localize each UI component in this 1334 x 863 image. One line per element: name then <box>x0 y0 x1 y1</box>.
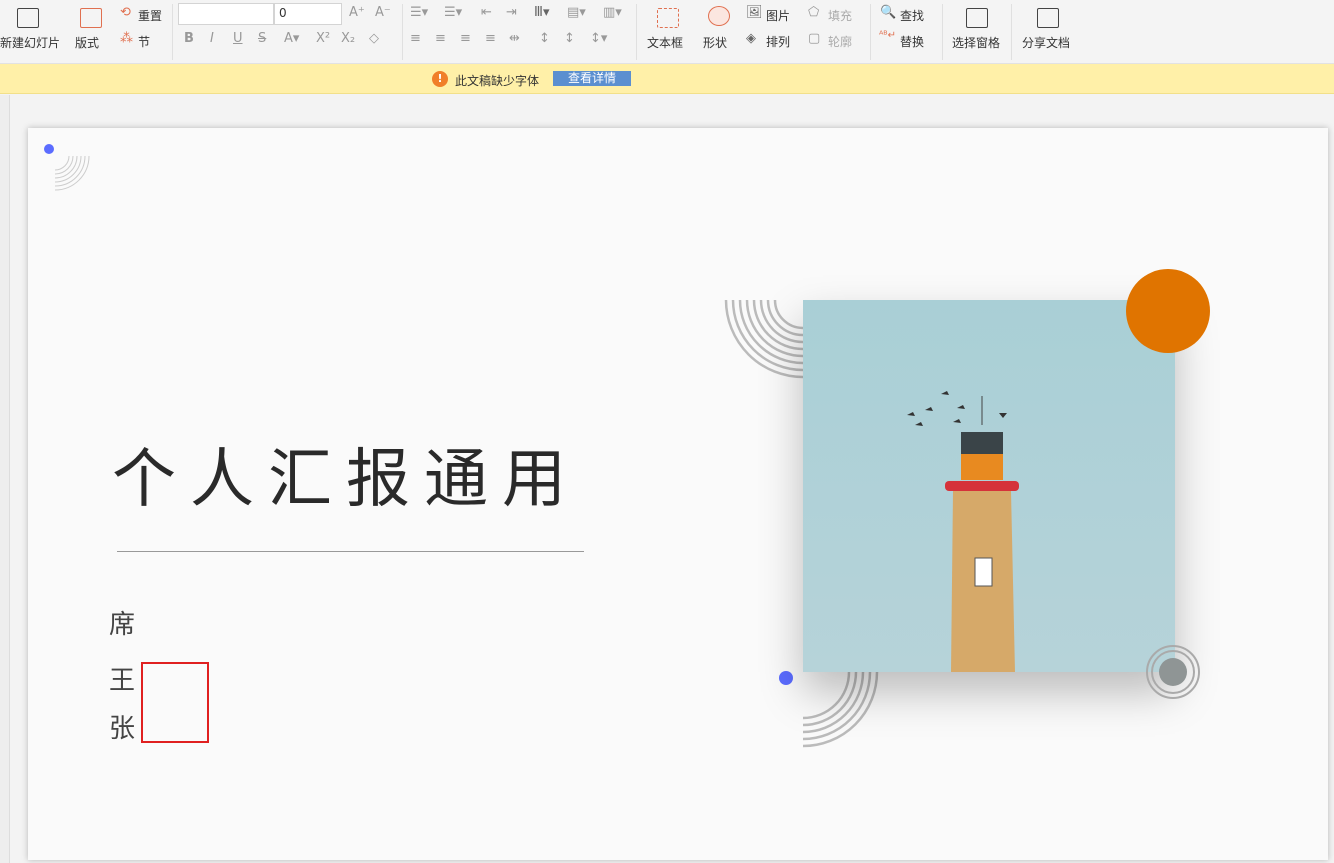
lighthouse-image <box>803 300 1175 672</box>
outline-icon: ▢ <box>808 31 820 46</box>
increase-font-icon[interactable]: A⁺ <box>349 5 365 20</box>
share-icon <box>1037 8 1059 28</box>
strikethrough-icon[interactable]: S <box>258 31 266 46</box>
line-spacing-down-icon[interactable]: ↕ <box>564 31 575 46</box>
slide-title[interactable]: 个人汇报通用 <box>112 428 580 520</box>
picture-icon: 🖼 <box>746 5 763 20</box>
find-button[interactable]: 查找 <box>900 7 924 24</box>
blue-dot <box>779 671 793 685</box>
blue-dot <box>44 144 54 154</box>
align-center-icon[interactable]: ≡ <box>435 31 446 46</box>
arcs-bottom <box>803 672 877 746</box>
font-name-input[interactable] <box>178 3 274 25</box>
section-icon: ⁂ <box>120 31 133 46</box>
search-icon: 🔍 <box>880 5 896 20</box>
arrange-icon: ◈ <box>746 31 756 46</box>
text-direction-icon[interactable]: Ⅲ▾ <box>534 5 550 20</box>
layout-button[interactable]: 版式 <box>75 34 99 51</box>
fill-icon: ⬠ <box>808 5 819 20</box>
textbox-button[interactable]: 文本框 <box>647 34 683 51</box>
indent-icon[interactable]: ⇥ <box>506 5 517 20</box>
superscript-icon[interactable]: X² <box>316 31 330 46</box>
title-divider <box>117 551 584 552</box>
eraser-icon[interactable]: ◇ <box>369 31 379 46</box>
notice-text: 此文稿缺少字体 <box>455 72 539 89</box>
distribute-icon[interactable]: ⇹ <box>509 31 520 46</box>
selection-pane-button[interactable]: 选择窗格 <box>952 34 1000 51</box>
missing-font-notice: ! 此文稿缺少字体 查看详情 <box>0 64 1334 94</box>
underline-icon[interactable]: U <box>233 31 243 46</box>
font-size-input[interactable]: 0 <box>274 3 342 25</box>
slide-panel-edge <box>0 95 10 863</box>
arrange-button[interactable]: 排列 <box>766 33 790 50</box>
line-spacing-icon[interactable]: ↕▾ <box>590 31 607 46</box>
outline-button[interactable]: 轮廓 <box>828 33 852 50</box>
orange-circle <box>1123 266 1213 356</box>
section-button[interactable]: 节 <box>138 33 150 50</box>
ribbon-toolbar: 新建幻灯片 版式 ⟲ 重置 ⁂ 节 0 A⁺ A⁻ B I U S A▾ X² … <box>0 0 1334 64</box>
share-button[interactable]: 分享文档 <box>1022 34 1070 51</box>
columns-icon[interactable]: ▥▾ <box>603 5 622 20</box>
textbox-icon <box>657 8 679 28</box>
warning-icon: ! <box>432 71 448 87</box>
lighthouse-photo[interactable] <box>803 300 1175 672</box>
small-arcs <box>55 156 89 190</box>
outdent-icon[interactable]: ⇤ <box>481 5 492 20</box>
fill-button[interactable]: 填充 <box>828 7 852 24</box>
picture-button[interactable]: 图片 <box>766 7 790 24</box>
subtitle-line-2[interactable]: 王 <box>109 660 135 697</box>
selection-pane-icon <box>966 8 988 28</box>
new-slide-icon <box>17 8 39 28</box>
font-color-icon[interactable]: A▾ <box>284 31 299 46</box>
align-text-icon[interactable]: ▤▾ <box>567 5 586 20</box>
replace-button[interactable]: 替换 <box>900 33 924 50</box>
line-spacing-up-icon[interactable]: ↕ <box>539 31 550 46</box>
justify-icon[interactable]: ≡ <box>485 31 496 46</box>
target-circles <box>1143 642 1203 702</box>
selected-textbox-outline[interactable] <box>141 662 209 743</box>
bullet-list-icon[interactable]: ☰▾ <box>410 5 428 20</box>
layout-icon <box>80 8 102 28</box>
replace-icon: ᴬᴮ↵ <box>879 30 896 41</box>
shape-button[interactable]: 形状 <box>703 34 727 51</box>
italic-icon[interactable]: I <box>210 31 214 46</box>
arcs-top-left <box>726 300 803 377</box>
slide-canvas[interactable]: 个人汇报通用 席 王 张 <box>28 128 1328 860</box>
subscript-icon[interactable]: X₂ <box>341 31 355 46</box>
align-right-icon[interactable]: ≡ <box>460 31 471 46</box>
bold-icon[interactable]: B <box>184 31 194 46</box>
subtitle-line-3[interactable]: 张 <box>109 708 135 745</box>
align-left-icon[interactable]: ≡ <box>410 31 421 46</box>
decrease-font-icon[interactable]: A⁻ <box>375 5 391 20</box>
shape-icon <box>708 6 730 26</box>
subtitle-line-1[interactable]: 席 <box>109 604 135 641</box>
reset-button[interactable]: 重置 <box>138 7 162 24</box>
view-details-button[interactable]: 查看详情 <box>553 71 631 86</box>
new-slide-button[interactable]: 新建幻灯片 <box>0 34 60 51</box>
numbered-list-icon[interactable]: ☰▾ <box>444 5 462 20</box>
reset-icon: ⟲ <box>120 5 131 20</box>
